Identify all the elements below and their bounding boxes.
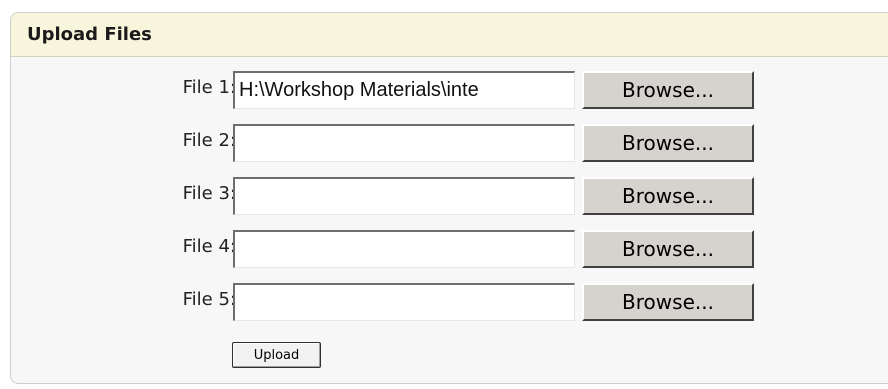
- file-2-label: File 2:: [182, 130, 236, 151]
- file-row-1: File 1: Browse...: [11, 71, 888, 111]
- file-5-browse-button[interactable]: Browse...: [582, 283, 754, 321]
- file-row-4: File 4: Browse...: [11, 230, 888, 270]
- file-4-label: File 4:: [182, 236, 236, 257]
- file-1-label: File 1:: [182, 77, 236, 98]
- file-1-input[interactable]: [233, 71, 575, 109]
- upload-files-panel: Upload Files File 1: Browse... File 2: B…: [10, 12, 888, 384]
- upload-button[interactable]: Upload: [232, 342, 321, 368]
- panel-title: Upload Files: [27, 24, 152, 45]
- file-4-browse-button[interactable]: Browse...: [582, 230, 754, 268]
- file-5-label: File 5:: [182, 289, 236, 310]
- file-5-input[interactable]: [233, 283, 575, 321]
- file-2-browse-button[interactable]: Browse...: [582, 124, 754, 162]
- file-row-3: File 3: Browse...: [11, 177, 888, 217]
- file-3-input[interactable]: [233, 177, 575, 215]
- panel-header: Upload Files: [11, 13, 888, 57]
- file-3-browse-button[interactable]: Browse...: [582, 177, 754, 215]
- file-1-browse-button[interactable]: Browse...: [582, 71, 754, 109]
- file-4-input[interactable]: [233, 230, 575, 268]
- file-row-2: File 2: Browse...: [11, 124, 888, 164]
- file-2-input[interactable]: [233, 124, 575, 162]
- file-3-label: File 3:: [182, 183, 236, 204]
- file-row-5: File 5: Browse...: [11, 283, 888, 323]
